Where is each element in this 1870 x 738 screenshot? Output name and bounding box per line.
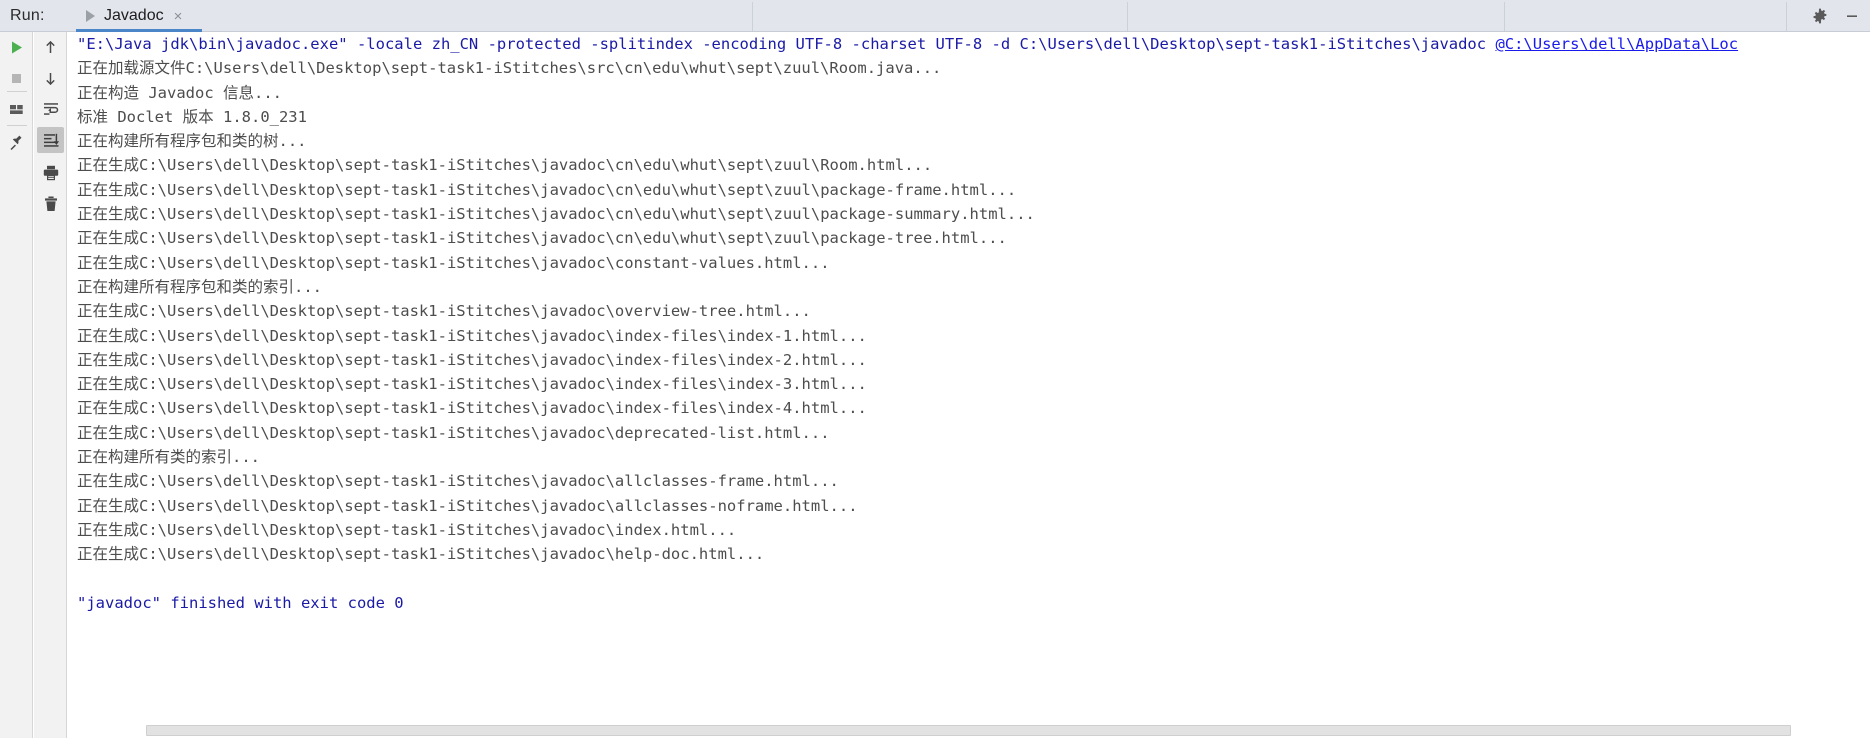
console-output-line: 正在生成C:\Users\dell\Desktop\sept-task1-iSt… (77, 348, 1738, 372)
run-toolbar: Run: Javadoc × (0, 0, 1870, 32)
argfile-link[interactable]: @C:\Users\dell\AppData\Loc (1495, 35, 1738, 53)
console-output-line: 正在生成C:\Users\dell\Desktop\sept-task1-iSt… (77, 469, 1738, 493)
console-line-text: 正在构建所有类的索引... (77, 448, 260, 467)
play-triangle-icon (86, 10, 95, 22)
window-actions (1811, 0, 1861, 32)
horizontal-scrollbar-thumb[interactable] (146, 725, 1791, 736)
down-button[interactable] (34, 65, 67, 91)
console-output-line: 正在生成C:\Users\dell\Desktop\sept-task1-iSt… (77, 396, 1738, 420)
soft-wrap-icon (43, 103, 58, 115)
play-icon (12, 41, 22, 53)
console-command-line: "E:\Java jdk\bin\javadoc.exe" -locale zh… (77, 32, 1738, 56)
console-output-line: 正在生成C:\Users\dell\Desktop\sept-task1-iSt… (77, 299, 1738, 323)
console-line-text: 正在加载源文件C:\Users\dell\Desktop\sept-task1-… (77, 59, 942, 78)
console-output-line: 正在生成C:\Users\dell\Desktop\sept-task1-iSt… (77, 251, 1738, 275)
console-line-text: 正在生成C:\Users\dell\Desktop\sept-task1-iSt… (77, 229, 1007, 248)
console-line-text: 正在生成C:\Users\dell\Desktop\sept-task1-iSt… (77, 423, 830, 442)
layout-button[interactable] (0, 96, 33, 122)
scroll-to-end-button[interactable] (34, 127, 67, 153)
command-text: "E:\Java jdk\bin\javadoc.exe" -locale zh… (77, 35, 1496, 53)
console-line-text: 正在生成C:\Users\dell\Desktop\sept-task1-iSt… (77, 399, 867, 418)
run-tool-window: Run: Javadoc × "E:\Java jdk\bin\javadoc.… (0, 0, 1870, 738)
stop-square-icon (12, 73, 21, 83)
console-output[interactable]: "E:\Java jdk\bin\javadoc.exe" -locale zh… (68, 32, 1870, 738)
console-line-text: 正在生成C:\Users\dell\Desktop\sept-task1-iSt… (77, 545, 765, 564)
console-lines: "E:\Java jdk\bin\javadoc.exe" -locale zh… (77, 32, 1738, 615)
console-line-text: 正在生成C:\Users\dell\Desktop\sept-task1-iSt… (77, 156, 933, 175)
console-line-text: "javadoc" finished with exit code 0 (77, 593, 404, 612)
close-icon[interactable]: × (174, 9, 183, 24)
gutter-separator (7, 91, 27, 92)
up-button[interactable] (34, 34, 67, 60)
console-output-line: 正在生成C:\Users\dell\Desktop\sept-task1-iSt… (77, 421, 1738, 445)
rerun-button[interactable] (0, 34, 33, 60)
scroll-to-end-icon (43, 133, 59, 147)
printer-icon (43, 165, 58, 181)
pin-icon (10, 135, 21, 151)
console-output-line: 正在生成C:\Users\dell\Desktop\sept-task1-iSt… (77, 518, 1738, 542)
arrow-down-icon (46, 72, 55, 85)
console-output-line: 正在生成C:\Users\dell\Desktop\sept-task1-iSt… (77, 542, 1738, 566)
console-line-text: 正在生成C:\Users\dell\Desktop\sept-task1-iSt… (77, 205, 1035, 224)
pin-tab-button[interactable] (0, 130, 33, 156)
console-line-text: 正在构造 Javadoc 信息... (77, 83, 282, 102)
console-output-line: 正在生成C:\Users\dell\Desktop\sept-task1-iSt… (77, 202, 1738, 226)
console-line-text: 正在生成C:\Users\dell\Desktop\sept-task1-iSt… (77, 350, 867, 369)
console-output-line: 正在生成C:\Users\dell\Desktop\sept-task1-iSt… (77, 153, 1738, 177)
console-output-line: 正在加载源文件C:\Users\dell\Desktop\sept-task1-… (77, 56, 1738, 80)
horizontal-scrollbar[interactable] (136, 722, 1870, 738)
console-line-text: 正在生成C:\Users\dell\Desktop\sept-task1-iSt… (77, 180, 1017, 199)
minimize-icon[interactable] (1843, 7, 1861, 25)
console-output-line: 正在生成C:\Users\dell\Desktop\sept-task1-iSt… (77, 494, 1738, 518)
gutter-separator (7, 125, 27, 126)
trash-icon (44, 196, 57, 211)
toolbar-divider (1127, 2, 1128, 31)
console-output-line: 正在构建所有程序包和类的索引... (77, 275, 1738, 299)
layout-icon (10, 104, 23, 114)
gear-icon[interactable] (1811, 7, 1829, 25)
console-line-text: 正在生成C:\Users\dell\Desktop\sept-task1-iSt… (77, 253, 830, 272)
print-button[interactable] (34, 160, 67, 186)
toolbar-divider (1786, 2, 1787, 31)
tab-javadoc[interactable]: Javadoc × (76, 0, 194, 32)
console-output-line: 正在构建所有程序包和类的树... (77, 129, 1738, 153)
console-output-line: 正在生成C:\Users\dell\Desktop\sept-task1-iSt… (77, 372, 1738, 396)
console-line-text: 正在生成C:\Users\dell\Desktop\sept-task1-iSt… (77, 302, 811, 321)
console-line-text: 正在生成C:\Users\dell\Desktop\sept-task1-iSt… (77, 375, 867, 394)
console-line-text: 标准 Doclet 版本 1.8.0_231 (77, 107, 307, 126)
toolbar-divider (1504, 2, 1505, 31)
toolbar-divider (752, 2, 753, 31)
console-output-line: 正在构造 Javadoc 信息... (77, 81, 1738, 105)
console-line-text: 正在构建所有程序包和类的树... (77, 132, 307, 151)
console-output-line: 正在生成C:\Users\dell\Desktop\sept-task1-iSt… (77, 324, 1738, 348)
soft-wrap-button[interactable] (34, 96, 67, 122)
console-output-line: 正在生成C:\Users\dell\Desktop\sept-task1-iSt… (77, 178, 1738, 202)
console-output-line: "javadoc" finished with exit code 0 (77, 591, 1738, 615)
console-line-text: 正在生成C:\Users\dell\Desktop\sept-task1-iSt… (77, 496, 858, 515)
clear-all-button[interactable] (34, 191, 67, 217)
console-output-line: 正在生成C:\Users\dell\Desktop\sept-task1-iSt… (77, 226, 1738, 250)
tab-javadoc-label: Javadoc (104, 7, 164, 24)
stop-button[interactable] (0, 65, 33, 91)
console-line-text: 正在生成C:\Users\dell\Desktop\sept-task1-iSt… (77, 326, 867, 345)
console-line-text: 正在构建所有程序包和类的索引... (77, 277, 322, 296)
console-output-line: 标准 Doclet 版本 1.8.0_231 (77, 105, 1738, 129)
console-output-line: 正在构建所有类的索引... (77, 445, 1738, 469)
run-label: Run: (10, 7, 45, 24)
console-line-text: 正在生成C:\Users\dell\Desktop\sept-task1-iSt… (77, 520, 737, 539)
console-actions-gutter (34, 32, 67, 738)
console-line-text: 正在生成C:\Users\dell\Desktop\sept-task1-iSt… (77, 472, 839, 491)
run-actions-gutter (0, 32, 33, 738)
arrow-up-icon (46, 40, 55, 53)
